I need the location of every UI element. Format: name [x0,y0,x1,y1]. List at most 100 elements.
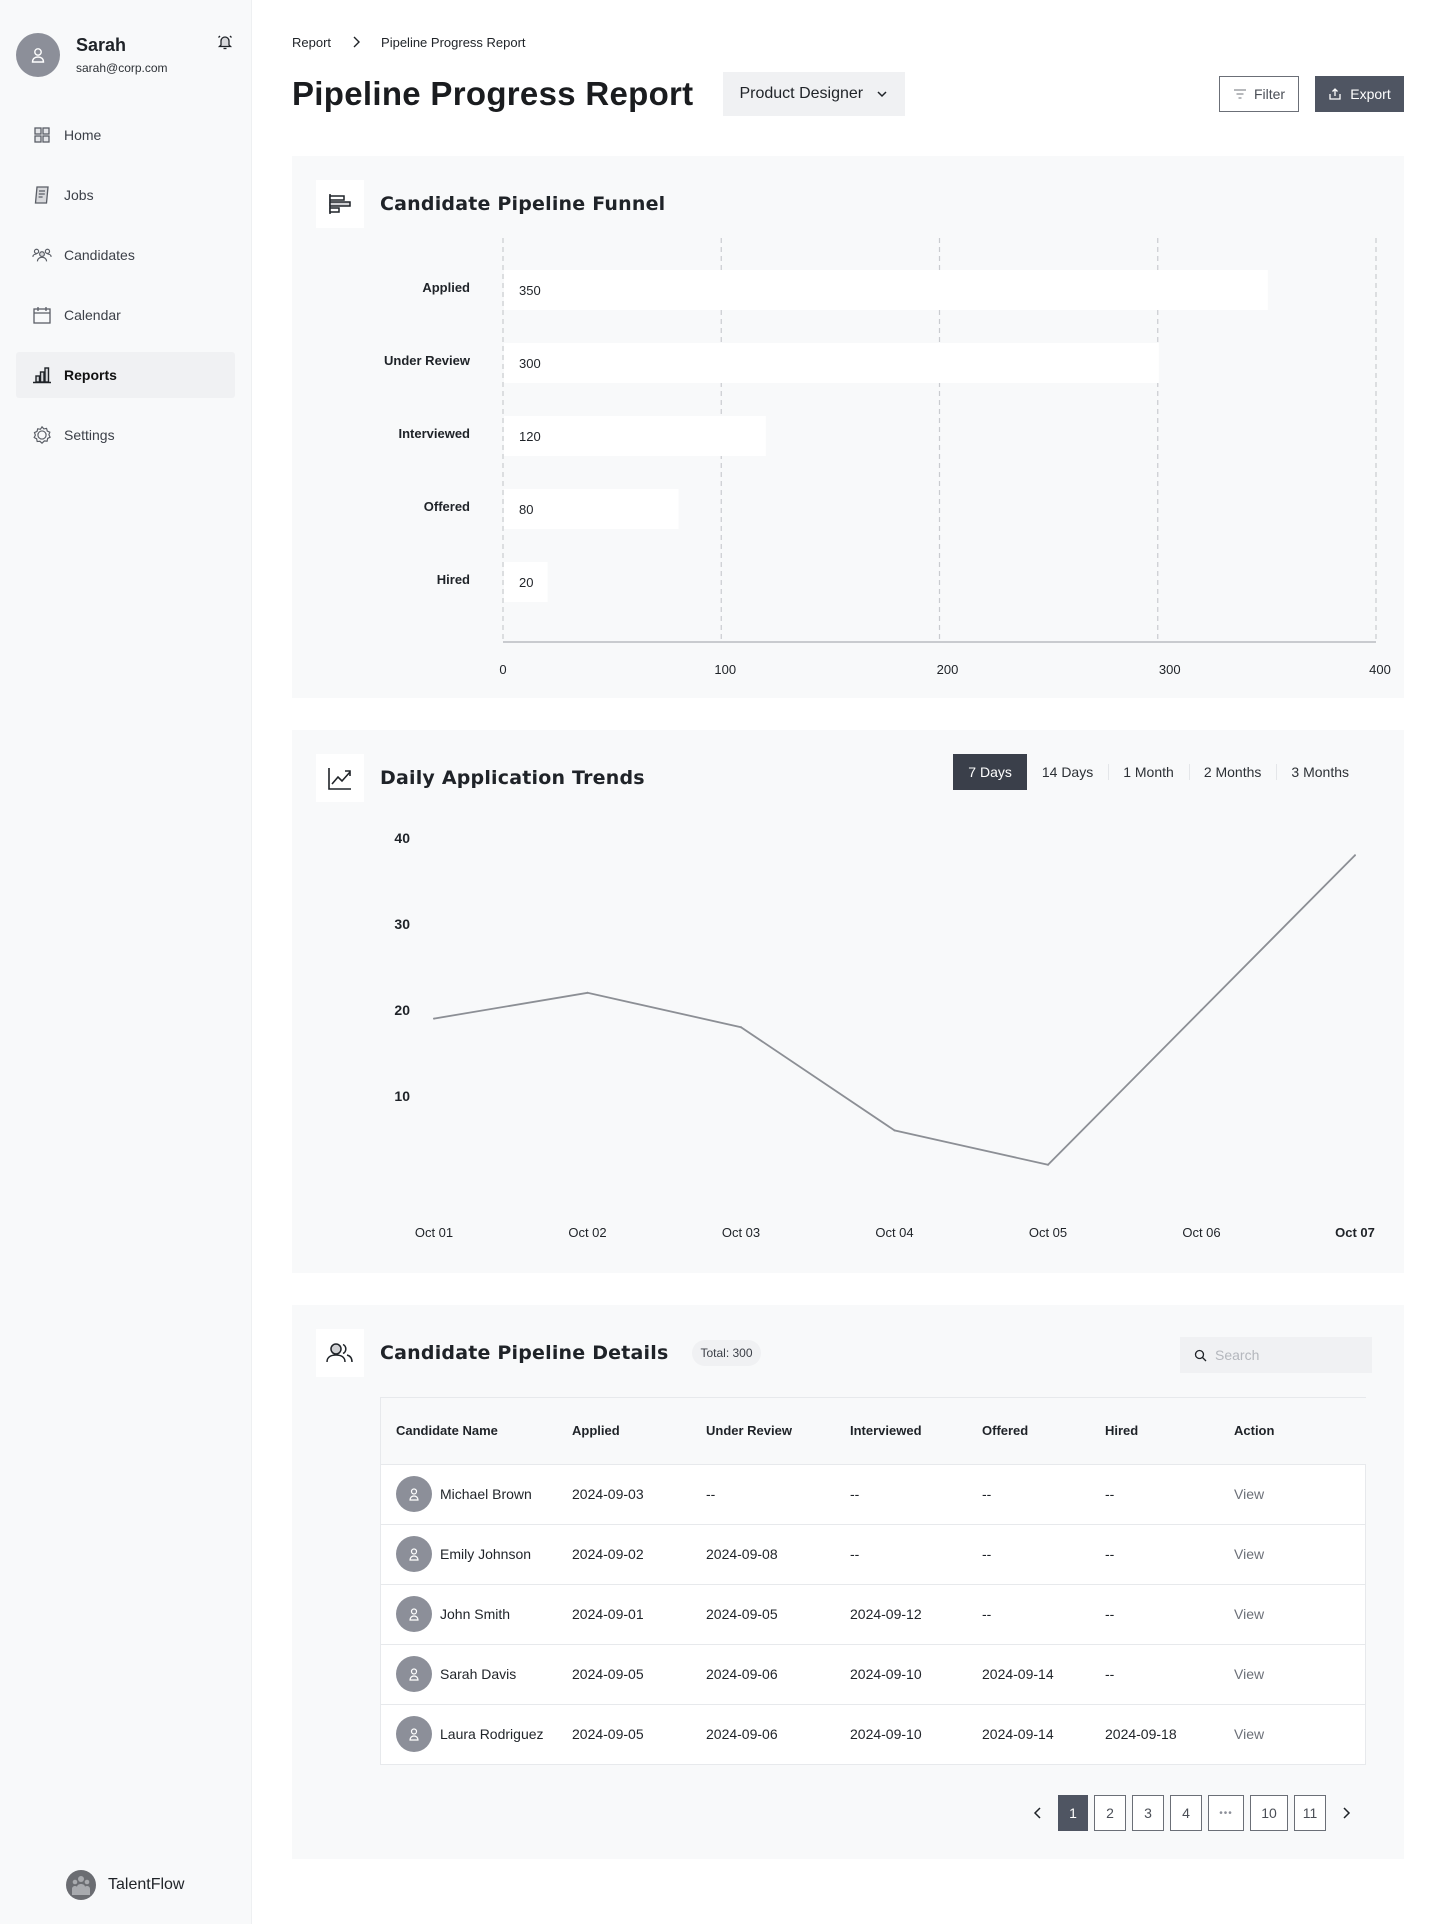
stage-date-review: 2024-09-06 [691,1644,835,1705]
user-icon [31,48,45,63]
brand-name: TalentFlow [108,1876,185,1893]
calendar-icon [32,305,52,325]
page-button[interactable]: 2 [1094,1795,1126,1831]
column-header[interactable]: Interviewed [835,1398,967,1465]
users-icon [316,1329,364,1377]
stage-date-review: 2024-09-08 [691,1524,835,1585]
category-label: Hired [437,572,470,587]
user-email: sarah@corp.com [76,61,168,75]
sidebar-item-label: Jobs [64,187,94,203]
sidebar-item-reports[interactable]: Reports [16,352,235,398]
stage-date-review: -- [691,1464,835,1525]
funnel-chart: 0 100 200 300 400 Applied 350 Under Review 300 In… [384,238,1391,677]
page-button[interactable]: 10 [1250,1795,1288,1831]
x-tick-label: 0 [499,662,506,677]
view-link[interactable]: View [1234,1726,1264,1742]
funnel-bar[interactable] [504,416,766,456]
x-tick-label: Oct 04 [875,1225,913,1240]
data-point[interactable] [433,1017,435,1020]
trends-card: Daily Application Trends 7 Days 14 Days … [292,730,1404,1273]
page-button[interactable]: 11 [1294,1795,1326,1831]
view-link[interactable]: View [1234,1546,1264,1562]
details-card: Candidate Pipeline Details Total: 300 Ca… [292,1305,1404,1859]
column-header[interactable]: Hired [1090,1398,1220,1465]
funnel-bar[interactable] [504,343,1159,383]
breadcrumb-parent[interactable]: Report [292,35,331,50]
data-point[interactable] [1047,1163,1049,1166]
candidate-avatar [396,1476,432,1512]
gear-icon [32,425,52,445]
candidate-avatar [396,1656,432,1692]
category-label: Applied [422,280,470,295]
user-profile: Sarah sarah@corp.com [0,0,251,80]
sidebar-nav: Home Jobs Candidates Calendar Reports Se… [0,112,251,458]
view-link[interactable]: View [1234,1486,1264,1502]
chevron-left-icon [1033,1807,1041,1819]
stage-date-review: 2024-09-06 [706,1726,778,1743]
details-title: Candidate Pipeline Details [380,1342,669,1364]
sidebar-item-jobs[interactable]: Jobs [16,172,235,218]
user-avatar[interactable] [16,33,60,77]
filter-label: Filter [1253,86,1286,102]
user-icon [409,1548,419,1561]
candidate-name[interactable]: Laura Rodriguez [440,1726,544,1742]
column-header[interactable]: Candidate Name [381,1398,557,1465]
page-button[interactable]: 3 [1132,1795,1164,1831]
column-header: Action [1220,1398,1366,1465]
sidebar-item-candidates[interactable]: Candidates [16,232,235,278]
x-tick-label: 400 [1369,662,1391,677]
export-button[interactable]: Export [1315,76,1404,112]
stage-date-offered: -- [967,1464,1090,1525]
y-tick-label: 20 [394,1002,410,1018]
view-link[interactable]: View [1234,1606,1264,1622]
pagination: 1 2 3 4 ••• 10 11 [1024,1795,1360,1831]
trend-chart: 10 20 30 40 Oct 01 Oct 02 Oct 03 Oct 04 Oct 05 Oc… [394,830,1375,1240]
x-tick-label: 100 [714,662,736,677]
bar-chart-icon [32,365,52,385]
next-page-button[interactable] [1332,1795,1360,1831]
export-label: Export [1350,86,1391,102]
role-select[interactable]: Product Designer [723,72,906,116]
bar-value-label: 20 [519,575,533,590]
talentflow-logo-icon [66,1870,96,1900]
x-tick-label: Oct 02 [568,1225,606,1240]
candidate-name[interactable]: Michael Brown [440,1486,532,1502]
stage-date-interviewed: -- [835,1464,967,1525]
notification-bell-icon[interactable] [215,32,235,52]
sidebar-item-label: Settings [64,427,115,443]
funnel-bar[interactable] [504,270,1268,310]
search-icon [1194,1349,1207,1361]
candidate-name[interactable]: Sarah Davis [440,1666,516,1682]
user-icon [409,1668,419,1681]
candidate-avatar [396,1536,432,1572]
candidate-name[interactable]: Emily Johnson [440,1546,531,1562]
sidebar: Sarah sarah@corp.com Home Jobs Candidate… [0,0,252,1924]
data-point[interactable] [1354,854,1356,857]
column-header[interactable]: Under Review [691,1398,835,1465]
sidebar-item-label: Home [64,127,102,143]
data-point[interactable] [893,1129,896,1132]
sidebar-item-home[interactable]: Home [16,112,235,158]
data-point[interactable] [740,1026,742,1029]
data-point[interactable] [1200,1009,1203,1011]
sidebar-item-calendar[interactable]: Calendar [16,292,235,338]
page-button[interactable]: 1 [1058,1795,1088,1831]
candidate-cell: Emily Johnson [381,1524,557,1585]
x-tick-label: Oct 07 [1335,1225,1375,1240]
candidate-cell: John Smith [381,1584,557,1645]
column-header[interactable]: Applied [557,1398,691,1465]
y-tick-label: 40 [394,830,410,846]
sidebar-item-settings[interactable]: Settings [16,412,235,458]
candidate-name[interactable]: John Smith [440,1606,510,1622]
column-header[interactable]: Offered [967,1398,1090,1465]
table-row: John Smith 2024-09-01 2024-09-05 2024-09-12… [381,1584,1366,1645]
view-link[interactable]: View [1234,1666,1264,1682]
candidate-cell: Sarah Davis [381,1644,557,1705]
search-input[interactable] [1215,1347,1365,1363]
page-ellipsis[interactable]: ••• [1208,1795,1244,1831]
prev-page-button[interactable] [1024,1795,1052,1831]
bar-value-label: 80 [519,502,533,517]
page-button[interactable]: 4 [1170,1795,1202,1831]
filter-button[interactable]: Filter [1219,76,1299,112]
data-point[interactable] [586,991,589,994]
